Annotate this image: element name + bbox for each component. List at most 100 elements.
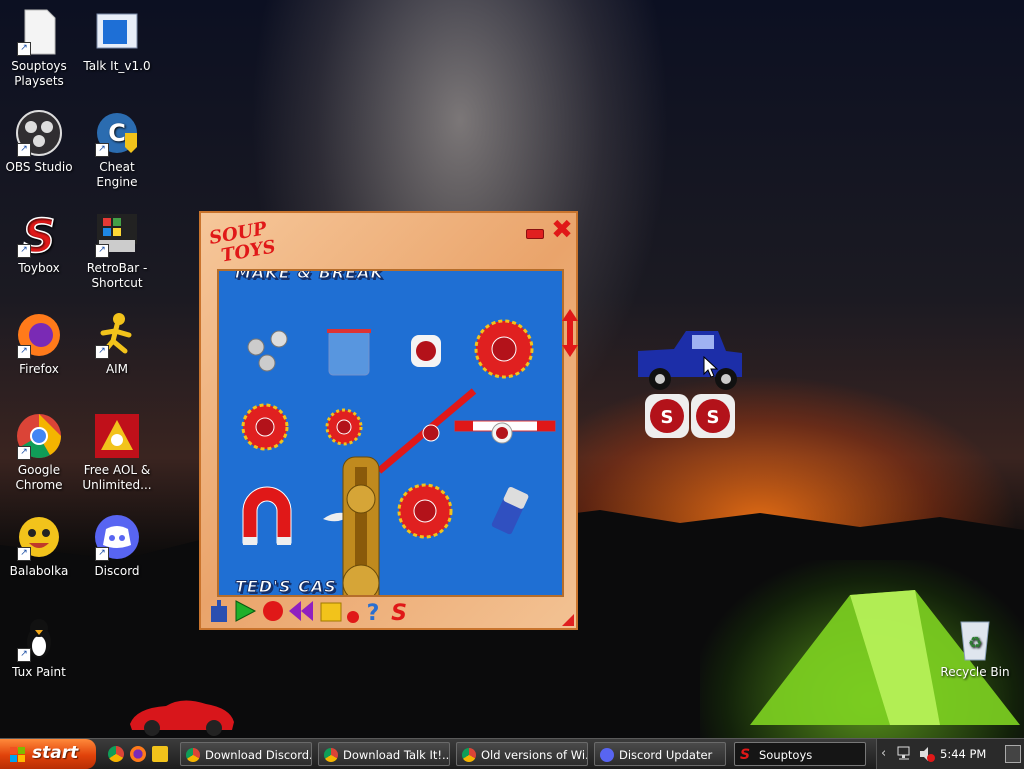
clock[interactable]: 5:44 PM xyxy=(940,747,986,761)
discord-icon xyxy=(600,748,614,762)
playset-canvas[interactable]: MAKE & BREAK TED'S CAS xyxy=(217,269,564,597)
shortcut-arrow-icon: ↗ xyxy=(17,42,31,56)
desktop-icon-label: Discord xyxy=(94,564,140,578)
shortcut-arrow-icon: ↗ xyxy=(95,244,109,258)
record-icon[interactable] xyxy=(261,598,285,624)
aol-icon xyxy=(93,412,141,460)
desktop-icon-recycle-bin[interactable]: ♻ Recycle Bin xyxy=(936,614,1014,680)
shortcut-arrow-icon: ↗ xyxy=(17,648,31,662)
desktop-icon-google-chrome[interactable]: ↗ Google Chrome xyxy=(0,412,78,493)
desktop-icon-balabolka[interactable]: ↗ Balabolka xyxy=(0,513,78,579)
shortcut-arrow-icon: ↗ xyxy=(17,446,31,460)
chrome-icon: ↗ xyxy=(15,412,63,460)
shortcut-arrow-icon: ↗ xyxy=(17,143,31,157)
obs-icon: ↗ xyxy=(15,109,63,157)
shortcut-arrow-icon: ↗ xyxy=(17,547,31,561)
recycle-bin-icon: ♻ xyxy=(951,614,999,662)
background-icon[interactable] xyxy=(319,598,343,624)
firefox-icon: ↗ xyxy=(15,311,63,359)
gear-toy-center xyxy=(397,483,453,539)
document-icon: ↗ xyxy=(15,8,63,56)
show-desktop-icon[interactable] xyxy=(1005,745,1021,763)
spawner-pad-toy xyxy=(411,335,441,367)
gear-toy-medium xyxy=(241,403,289,451)
desktop-icon-obs-studio[interactable]: ↗ OBS Studio xyxy=(0,109,78,175)
souptoys-logo: SOUP TOYS xyxy=(207,218,278,266)
desktop-icon-toybox[interactable]: S ↗ Toybox xyxy=(0,208,78,276)
taskbar-item-download-talk-it[interactable]: Download Talk It!... xyxy=(318,742,450,766)
desktop-icon-tux-paint[interactable]: ↗ Tux Paint xyxy=(0,614,78,680)
volume-muted-icon[interactable] xyxy=(919,745,935,763)
desktop-icon-label: Google Chrome xyxy=(15,463,63,492)
desktop-icon-label: Talk It_v1.0 xyxy=(83,59,151,73)
scroll-arrows[interactable] xyxy=(562,309,578,357)
svg-text:C: C xyxy=(108,119,126,147)
taskbar-item-label: Discord Updater xyxy=(619,748,713,762)
taskbar-item-old-versions[interactable]: Old versions of Wi... xyxy=(456,742,588,766)
minimize-button[interactable] xyxy=(526,229,544,239)
desktop-icon-cheat-engine[interactable]: C ↗ Cheat Engine xyxy=(78,109,156,190)
desktop-icon-aol[interactable]: Free AOL & Unlimited... xyxy=(78,412,156,493)
taskbar-item-download-discord[interactable]: Download Discord... xyxy=(180,742,312,766)
taskbar-item-label: Souptoys xyxy=(759,748,813,762)
spawner-pads: S S xyxy=(645,394,735,438)
desktop-icon-aim[interactable]: ↗ AIM xyxy=(78,311,156,377)
desktop-icon-talk-it[interactable]: Talk It_v1.0 xyxy=(78,8,156,74)
souptoys-toolbar: ? S xyxy=(207,598,447,626)
discord-icon: ↗ xyxy=(93,513,141,561)
quicklaunch-folder-icon[interactable] xyxy=(152,746,168,762)
red-car-toy xyxy=(130,700,234,736)
souptoys-menu-icon[interactable]: S xyxy=(387,598,411,624)
desktop-icon-label: Tux Paint xyxy=(12,665,66,679)
chrome-icon xyxy=(324,748,338,762)
taskbar-item-label: Download Discord... xyxy=(205,748,312,762)
taskbar-item-label: Download Talk It!... xyxy=(343,748,450,762)
svg-text:S: S xyxy=(707,407,720,428)
desktop-icon-label: Recycle Bin xyxy=(940,665,1010,679)
desktop-icon-souptoys-playsets[interactable]: ↗ Souptoys Playsets xyxy=(0,8,78,89)
barrier-toy xyxy=(454,420,556,444)
taskbar-item-souptoys[interactable]: S Souptoys xyxy=(734,742,866,766)
gear-toy-small xyxy=(325,408,363,446)
toybox-icon[interactable] xyxy=(207,598,231,624)
rewind-icon[interactable] xyxy=(289,598,313,624)
resize-grip-icon[interactable] xyxy=(562,614,574,626)
shortcut-arrow-icon: ↗ xyxy=(17,244,31,258)
chevron-left-icon[interactable]: ‹ xyxy=(881,746,886,761)
svg-text:S: S xyxy=(661,407,674,428)
quicklaunch-firefox-icon[interactable] xyxy=(130,746,146,762)
mouse-cursor xyxy=(703,356,719,378)
desktop-icon-label: OBS Studio xyxy=(5,160,73,174)
desktop-icon-label: Firefox xyxy=(19,362,59,376)
svg-text:♻: ♻ xyxy=(968,633,982,652)
network-icon[interactable] xyxy=(897,745,915,763)
screw-rail-toy xyxy=(342,456,380,595)
taskbar-item-discord-updater[interactable]: Discord Updater xyxy=(594,742,726,766)
start-button[interactable]: start xyxy=(0,739,96,769)
gear-toy-large xyxy=(474,319,534,379)
toy-items xyxy=(241,319,556,595)
taskbar: start Download Discord... Download Talk … xyxy=(0,738,1024,769)
help-icon[interactable]: ? xyxy=(361,598,385,624)
glass-cup-toy xyxy=(327,329,371,376)
shortcut-arrow-icon: ↗ xyxy=(95,547,109,561)
eraser-toy xyxy=(491,486,529,535)
desktop-icon-discord[interactable]: ↗ Discord xyxy=(78,513,156,579)
chrome-icon xyxy=(186,748,200,762)
chrome-icon xyxy=(462,748,476,762)
start-label: start xyxy=(32,743,79,763)
aim-icon: ↗ xyxy=(93,311,141,359)
blue-truck-toy xyxy=(638,331,742,390)
svg-text:?: ? xyxy=(367,601,380,624)
souptoys-window[interactable]: SOUP TOYS ✖ MAKE & BREAK TED'S CAS ? S xyxy=(199,211,578,630)
souptoys-s-icon: S ↗ xyxy=(15,208,63,264)
shortcut-arrow-icon: ↗ xyxy=(95,143,109,157)
close-button[interactable]: ✖ xyxy=(549,217,575,243)
taskbar-item-label: Old versions of Wi... xyxy=(481,748,588,762)
desktop-icon-label: AIM xyxy=(105,362,129,376)
retrobar-icon: ↗ xyxy=(93,210,141,258)
desktop-icon-firefox[interactable]: ↗ Firefox xyxy=(0,311,78,377)
desktop-icon-retrobar[interactable]: ↗ RetroBar - Shortcut xyxy=(78,210,156,291)
quicklaunch-chrome-icon[interactable] xyxy=(108,746,124,762)
play-icon[interactable] xyxy=(233,598,257,624)
